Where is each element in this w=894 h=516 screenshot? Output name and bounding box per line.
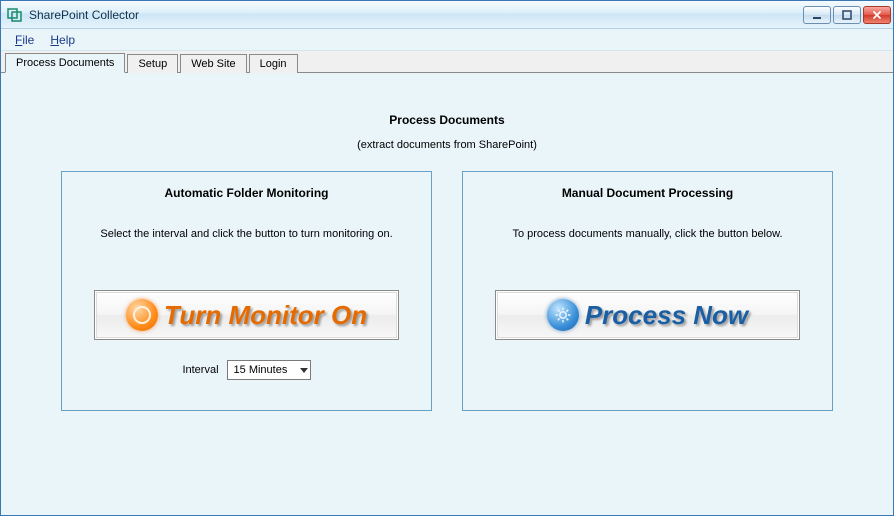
automatic-monitoring-panel: Automatic Folder Monitoring Select the i… [61, 171, 432, 411]
interval-label: Interval [182, 364, 218, 376]
auto-panel-desc: Select the interval and click the button… [72, 228, 421, 240]
maximize-button[interactable] [833, 6, 861, 24]
window-controls [803, 6, 891, 24]
menu-help[interactable]: Help [42, 31, 83, 49]
clock-icon [126, 299, 158, 331]
gear-icon [547, 299, 579, 331]
turn-monitor-on-button[interactable]: Turn Monitor On [94, 290, 399, 340]
tab-login[interactable]: Login [249, 54, 298, 73]
menu-file[interactable]: File [7, 31, 42, 49]
chevron-down-icon [300, 368, 308, 373]
app-icon [7, 7, 23, 23]
interval-dropdown[interactable]: 15 Minutes [227, 360, 311, 380]
page-title: Process Documents [21, 113, 873, 127]
tab-setup[interactable]: Setup [127, 54, 178, 73]
process-now-button[interactable]: Process Now [495, 290, 800, 340]
minimize-button[interactable] [803, 6, 831, 24]
content-area: Process Documents (extract documents fro… [1, 73, 893, 431]
app-window: SharePoint Collector File Help Process D… [0, 0, 894, 516]
menubar: File Help [1, 29, 893, 51]
auto-panel-title: Automatic Folder Monitoring [72, 186, 421, 200]
tab-web-site[interactable]: Web Site [180, 54, 246, 73]
close-button[interactable] [863, 6, 891, 24]
manual-processing-panel: Manual Document Processing To process do… [462, 171, 833, 411]
manual-panel-title: Manual Document Processing [473, 186, 822, 200]
tabs: Process Documents Setup Web Site Login [1, 51, 893, 73]
manual-panel-desc: To process documents manually, click the… [473, 228, 822, 240]
process-now-label: Process Now [585, 300, 748, 331]
page-subtitle: (extract documents from SharePoint) [21, 139, 873, 151]
titlebar: SharePoint Collector [1, 1, 893, 29]
window-title: SharePoint Collector [29, 8, 139, 22]
interval-value: 15 Minutes [234, 364, 288, 376]
turn-monitor-on-label: Turn Monitor On [164, 300, 367, 331]
tab-process-documents[interactable]: Process Documents [5, 53, 125, 73]
